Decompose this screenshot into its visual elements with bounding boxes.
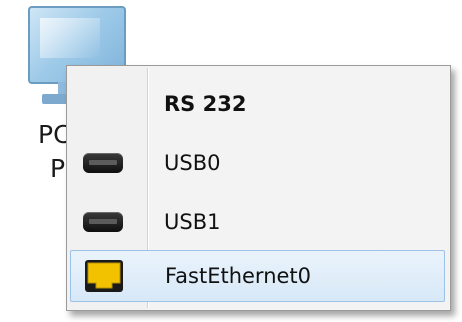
menu-item-label: RS 232 xyxy=(164,91,247,116)
menu-item-label: USB0 xyxy=(164,150,221,175)
menu-item-label: USB1 xyxy=(164,209,221,234)
ethernet-port-icon xyxy=(85,260,123,292)
port-context-menu: RS 232 USB0 USB1 FastEthernet0 xyxy=(66,65,451,311)
workspace-canvas: PC P RS 232 USB0 USB1 FastEthernet0 xyxy=(0,0,462,322)
usb-port-icon xyxy=(83,152,123,173)
menu-item-usb1[interactable]: USB1 xyxy=(70,194,445,249)
menu-item-usb0[interactable]: USB0 xyxy=(70,135,445,190)
menu-item-fastethernet0[interactable]: FastEthernet0 xyxy=(70,250,445,302)
usb-port-icon xyxy=(83,211,123,232)
screen-glare xyxy=(40,18,100,58)
menu-item-label: FastEthernet0 xyxy=(165,264,312,288)
menu-item-rs232[interactable]: RS 232 xyxy=(70,76,445,131)
device-label-line2: P xyxy=(50,154,66,183)
